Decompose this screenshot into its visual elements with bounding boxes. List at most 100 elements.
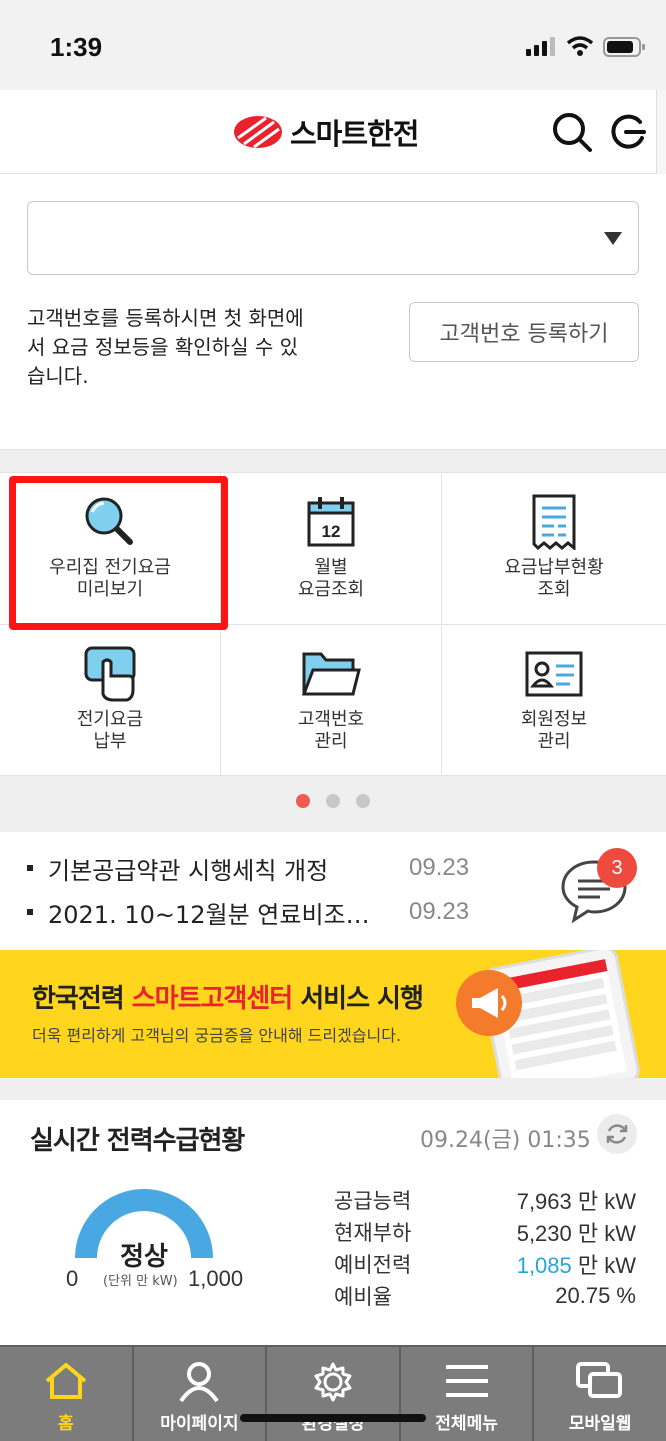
status-time: 1:39 bbox=[50, 32, 103, 62]
megaphone-icon bbox=[456, 970, 522, 1036]
notice-list: 기본공급약관 시행세칙 개정 09.23 2021. 10~12월분 연료비조…… bbox=[0, 832, 666, 950]
refresh-icon bbox=[606, 1124, 628, 1144]
stat-label: 현재부하 bbox=[334, 1221, 412, 1245]
app-header: 스마트한전 bbox=[0, 90, 666, 174]
tab-label: 홈 bbox=[57, 1414, 74, 1434]
menu-label: 요금조회 bbox=[297, 579, 365, 600]
power-title: 실시간 전력수급현황 bbox=[30, 1126, 245, 1156]
stat-row: 현재부하 5,230 만 kW bbox=[334, 1216, 636, 1248]
power-supply-section: 실시간 전력수급현황 09.24(금) 01:35 정상 0 (단위 만 kW)… bbox=[0, 1100, 666, 1345]
status-bar: 1:39 bbox=[0, 0, 666, 90]
power-stats: 공급능력 7,963 만 kW 현재부하 5,230 만 kW 예비전력 1,085 … bbox=[334, 1184, 636, 1312]
stat-label: 예비전력 bbox=[334, 1253, 412, 1277]
notice-item[interactable]: 2021. 10~12월분 연료비조… 09.23 bbox=[27, 895, 469, 929]
gauge-min: 0 bbox=[66, 1266, 79, 1291]
banner-title: 한국전력 스마트고객센터 서비스 시행 bbox=[32, 978, 424, 1015]
wifi-icon bbox=[566, 36, 594, 56]
highlight-box bbox=[9, 476, 228, 630]
customer-number-select[interactable] bbox=[27, 201, 639, 275]
stat-row: 공급능력 7,963 만 kW bbox=[334, 1184, 636, 1216]
mobile-web-icon bbox=[576, 1362, 623, 1398]
kepco-logo-icon bbox=[234, 116, 282, 149]
logout-button[interactable] bbox=[606, 110, 650, 154]
notice-item[interactable]: 기본공급약관 시행세칙 개정 09.23 bbox=[27, 851, 469, 885]
stat-value: 7,963 bbox=[516, 1189, 572, 1214]
page-indicator bbox=[0, 794, 666, 808]
menu-label: 전기요금 bbox=[76, 709, 144, 730]
search-button[interactable] bbox=[550, 110, 594, 154]
menu-customer-number-manage[interactable]: 고객번호 관리 bbox=[221, 625, 442, 777]
stat-unit: % bbox=[610, 1283, 636, 1308]
signal-icon bbox=[526, 37, 555, 56]
notice-title: 2021. 10~12월분 연료비조… bbox=[48, 900, 370, 929]
stat-row: 예비전력 1,085 만 kW bbox=[334, 1248, 636, 1280]
menu-monthly-bill[interactable]: 12 월별 요금조회 bbox=[221, 473, 442, 625]
quick-menu-section: 우리집 전기요금 미리보기 12 월별 요금조회 요금납부현황 조회 전기요금 납부 bbox=[0, 450, 666, 832]
notice-date: 09.23 bbox=[409, 898, 470, 925]
section-gap bbox=[0, 1078, 666, 1100]
tab-home[interactable]: 홈 bbox=[0, 1347, 134, 1441]
notice-line: 습니다. bbox=[27, 364, 89, 388]
receipt-icon bbox=[532, 494, 576, 550]
stat-row: 예비율 20.75 % bbox=[334, 1280, 636, 1312]
calendar-icon: 12 bbox=[307, 497, 355, 547]
stat-unit: 만 kW bbox=[571, 1253, 636, 1278]
stat-value: 1,085 bbox=[516, 1253, 572, 1278]
menu-label: 월별 bbox=[314, 557, 348, 578]
home-indicator bbox=[240, 1414, 426, 1422]
home-icon bbox=[45, 1363, 87, 1399]
stat-value: 5,230 bbox=[516, 1221, 572, 1246]
menu-label: 고객번호 bbox=[297, 709, 365, 730]
calendar-day: 12 bbox=[322, 522, 341, 541]
chat-badge: 3 bbox=[597, 848, 637, 888]
promo-banner[interactable]: 한국전력 스마트고객센터 서비스 시행 더욱 편리하게 고객님의 궁금증을 안내… bbox=[0, 950, 666, 1078]
gauge-unit: (단위 만 kW) bbox=[103, 1274, 178, 1289]
tab-mobile-web[interactable]: 모바일웹 bbox=[534, 1347, 666, 1441]
tab-mypage[interactable]: 마이페이지 bbox=[134, 1347, 268, 1441]
menu-label: 회원정보 bbox=[520, 709, 588, 730]
menu-label: 요금납부현황 bbox=[504, 557, 604, 578]
menu-label: 관리 bbox=[314, 731, 348, 752]
menu-label: 관리 bbox=[537, 731, 571, 752]
hamburger-menu-icon bbox=[445, 1365, 488, 1397]
banner-title-post: 서비스 시행 bbox=[292, 984, 424, 1014]
bullet bbox=[27, 909, 33, 915]
power-icon bbox=[611, 114, 646, 149]
person-icon bbox=[179, 1362, 220, 1403]
page-dot-active[interactable] bbox=[296, 794, 310, 808]
battery-icon bbox=[603, 37, 645, 57]
page-dot[interactable] bbox=[356, 794, 370, 808]
app-title: 스마트한전 bbox=[290, 117, 419, 151]
page-dot[interactable] bbox=[326, 794, 340, 808]
account-section: 고객번호를 등록하시면 첫 화면에 서 요금 정보등을 확인하실 수 있 습니다… bbox=[0, 174, 666, 450]
stat-value: 20.75 bbox=[555, 1283, 611, 1308]
folder-icon bbox=[301, 652, 361, 696]
app-logo: 스마트한전 bbox=[232, 112, 419, 152]
tab-settings[interactable]: 환경설정 bbox=[267, 1347, 401, 1441]
notice-line: 서 요금 정보등을 확인하실 수 있 bbox=[27, 335, 298, 359]
stat-label: 예비율 bbox=[334, 1285, 392, 1309]
tab-label: 모바일웹 bbox=[568, 1414, 632, 1434]
stat-unit: 만 kW bbox=[571, 1221, 636, 1246]
register-customer-number-button[interactable]: 고객번호 등록하기 bbox=[409, 302, 639, 362]
bullet bbox=[27, 865, 33, 871]
notice-line: 고객번호를 등록하시면 첫 화면에 bbox=[27, 306, 304, 330]
menu-label: 납부 bbox=[93, 731, 127, 752]
notice-title: 기본공급약관 시행세칙 개정 bbox=[48, 856, 329, 885]
refresh-button[interactable] bbox=[597, 1114, 637, 1154]
menu-member-info[interactable]: 회원정보 관리 bbox=[442, 625, 666, 777]
search-icon bbox=[553, 113, 592, 152]
tab-all-menu[interactable]: 전체메뉴 bbox=[401, 1347, 535, 1441]
banner-title-pre: 한국전력 bbox=[32, 984, 132, 1014]
notice-date: 09.23 bbox=[409, 854, 470, 881]
gauge-max: 1,000 bbox=[188, 1266, 244, 1291]
bottom-tab-bar: 홈 마이페이지 환경설정 전체메뉴 모바일웹 bbox=[0, 1345, 666, 1441]
banner-subtitle: 더욱 편리하게 고객님의 궁금증을 안내해 드리겠습니다. bbox=[32, 1026, 402, 1045]
stat-label: 공급능력 bbox=[334, 1189, 412, 1213]
menu-payment-status[interactable]: 요금납부현황 조회 bbox=[442, 473, 666, 625]
id-card-icon bbox=[525, 651, 583, 697]
gear-icon bbox=[314, 1362, 352, 1402]
menu-pay-bill[interactable]: 전기요금 납부 bbox=[0, 625, 221, 777]
menu-label: 조회 bbox=[537, 579, 571, 600]
payment-hand-icon bbox=[84, 646, 136, 702]
